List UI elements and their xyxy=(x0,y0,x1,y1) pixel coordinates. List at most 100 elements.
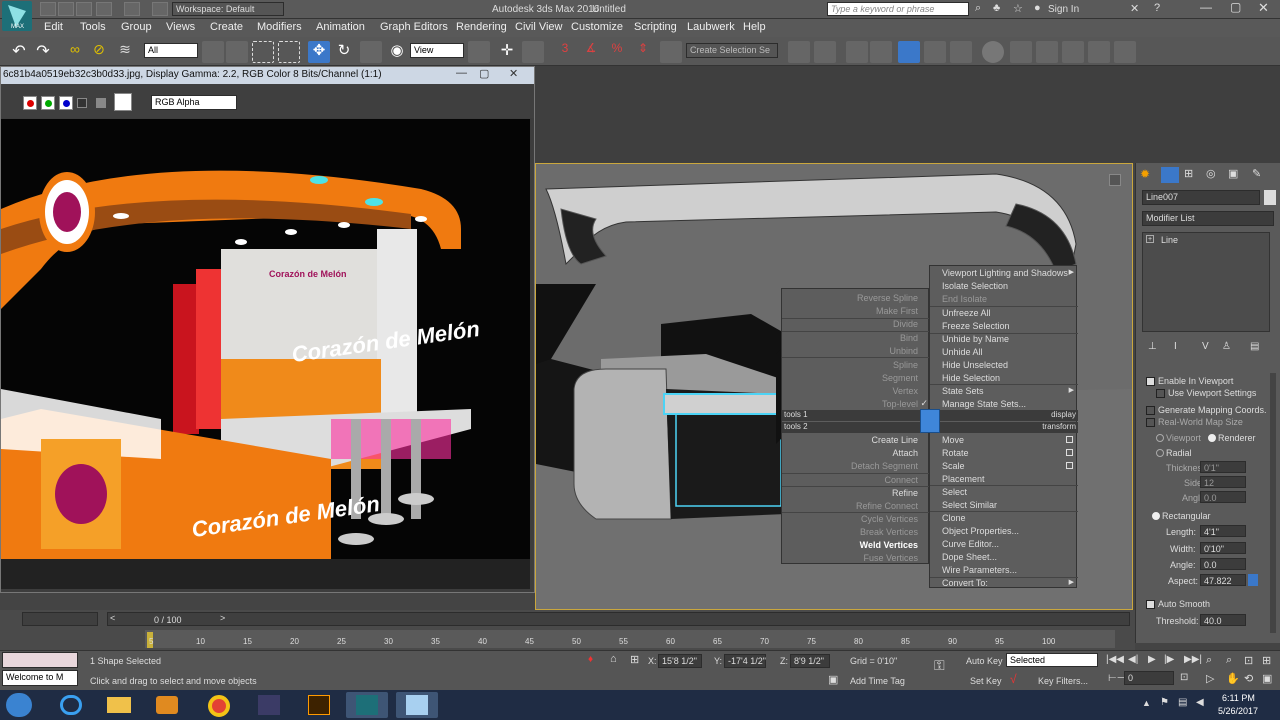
menu-civil-view[interactable]: Civil View xyxy=(515,21,562,33)
blue-channel-icon[interactable] xyxy=(59,96,73,110)
render-in-cloud-icon[interactable] xyxy=(1114,41,1136,63)
sign-in-link[interactable]: Sign In xyxy=(1048,4,1079,15)
menu-item-unhide-all[interactable]: Unhide All xyxy=(942,347,983,357)
menu-item-object-properties[interactable]: Object Properties... xyxy=(942,526,1019,536)
make-unique-icon[interactable]: V xyxy=(1202,341,1216,353)
key-icon[interactable]: ⚿ xyxy=(934,657,945,674)
start-button-icon[interactable] xyxy=(6,693,32,717)
alpha-channel-icon[interactable] xyxy=(77,98,87,108)
file-explorer-icon[interactable] xyxy=(98,692,140,718)
menu-item-scale[interactable]: Scale xyxy=(942,461,965,471)
illustrator-icon[interactable] xyxy=(298,692,340,718)
menu-item-detach-segment[interactable]: Detach Segment xyxy=(851,461,918,471)
threshold-spinner[interactable]: 40.0 xyxy=(1200,614,1246,626)
maxscript-listener-mini[interactable] xyxy=(2,652,78,668)
menu-item-unfreeze-all[interactable]: Unfreeze All xyxy=(942,308,991,318)
close-icon[interactable]: ✕ xyxy=(509,67,518,80)
menu-create[interactable]: Create xyxy=(210,21,243,33)
redo-icon[interactable] xyxy=(124,2,140,16)
named-selection-set-dropdown[interactable]: Create Selection Se xyxy=(686,43,778,58)
tray-network-icon[interactable]: ▤ xyxy=(1178,697,1187,708)
mini-curve-editor-toggle[interactable] xyxy=(22,612,98,626)
mirror-icon[interactable] xyxy=(788,41,810,63)
add-time-tag[interactable]: Add Time Tag xyxy=(850,676,905,686)
hierarchy-tab-icon[interactable]: ⊞ xyxy=(1184,167,1202,183)
menu-item-viewport-lighting[interactable]: Viewport Lighting and Shadows xyxy=(942,268,1068,278)
menu-item-bind[interactable]: Bind xyxy=(900,333,918,343)
internet-explorer-icon[interactable] xyxy=(50,692,92,718)
sides-spinner[interactable]: 12 xyxy=(1200,476,1246,488)
selection-lock-icon[interactable]: ⌂ xyxy=(610,653,617,665)
aspect-spinner[interactable]: 47.822 xyxy=(1200,574,1246,586)
channel-display-dropdown[interactable]: RGB Alpha xyxy=(151,95,237,110)
help-icon[interactable]: ? xyxy=(1154,2,1160,14)
menu-item-refine[interactable]: Refine xyxy=(892,488,918,498)
zoom-extents-icon[interactable]: ⊡ xyxy=(1244,654,1253,667)
select-move-icon[interactable]: ✥ xyxy=(308,41,330,63)
menu-rendering[interactable]: Rendering xyxy=(456,21,507,33)
redo-icon[interactable]: ↷ xyxy=(32,41,54,63)
rendered-frame-window[interactable]: 6c81b4a0519eb32c3b0d33.jpg, Display Gamm… xyxy=(0,66,535,593)
stack-item-line[interactable]: Line xyxy=(1161,235,1178,245)
angle2-spinner[interactable]: 0.0 xyxy=(1200,558,1246,570)
menu-item-clone[interactable]: Clone xyxy=(942,513,966,523)
select-scale-icon[interactable] xyxy=(360,41,382,63)
renderer-radio[interactable] xyxy=(1208,434,1216,442)
pan-view-icon[interactable]: ✋ xyxy=(1226,672,1240,685)
snaps-toggle-icon[interactable]: 3 xyxy=(554,41,576,63)
workspace-dropdown[interactable]: Workspace: Default xyxy=(172,2,284,16)
next-frame-arrow-icon[interactable]: > xyxy=(220,613,225,623)
next-frame-icon[interactable]: |▶ xyxy=(1164,654,1174,665)
open-file-icon[interactable] xyxy=(58,2,74,16)
select-rotate-icon[interactable]: ↻ xyxy=(333,41,355,63)
menu-item-create-line[interactable]: Create Line xyxy=(871,435,918,445)
rendered-frame-window-icon[interactable] xyxy=(1036,41,1058,63)
menu-group[interactable]: Group xyxy=(121,21,152,33)
red-channel-icon[interactable] xyxy=(23,96,37,110)
use-viewport-settings-checkbox[interactable] xyxy=(1156,389,1165,398)
menu-item-end-isolate[interactable]: End Isolate xyxy=(942,294,987,304)
percent-snap-icon[interactable]: % xyxy=(606,41,628,63)
window-crossing-icon[interactable] xyxy=(278,41,300,63)
clock-time[interactable]: 6:11 PM xyxy=(1222,693,1255,703)
layer-explorer-icon[interactable] xyxy=(846,41,868,63)
exchange-icon[interactable]: ✕ xyxy=(1130,2,1139,15)
motion-tab-icon[interactable]: ◎ xyxy=(1206,167,1224,183)
selection-filter-dropdown[interactable]: All xyxy=(144,43,198,58)
tray-volume-icon[interactable]: ◀ xyxy=(1196,697,1204,708)
options-box-icon[interactable] xyxy=(1066,436,1073,443)
star-icon[interactable]: ☆ xyxy=(1013,2,1023,15)
zoom-icon[interactable]: ⌕ xyxy=(1206,654,1212,667)
enable-in-viewport-checkbox[interactable] xyxy=(1146,377,1155,386)
maxscript-welcome[interactable]: Welcome to M xyxy=(2,670,78,686)
menu-item-divide[interactable]: Divide xyxy=(893,319,918,329)
zoom-extents-all-icon[interactable]: ⊞ xyxy=(1262,654,1271,667)
menu-item-top-level[interactable]: Top-level xyxy=(882,399,918,409)
menu-item-placement[interactable]: Placement xyxy=(942,474,985,484)
set-key-button[interactable]: Set Key xyxy=(970,676,1002,686)
maximize-icon[interactable]: ▢ xyxy=(479,67,489,80)
thickness-spinner[interactable]: 0'1" xyxy=(1200,461,1246,473)
menu-item-freeze-selection[interactable]: Freeze Selection xyxy=(942,321,1010,331)
menu-item-manage-state-sets[interactable]: Manage State Sets... xyxy=(942,399,1026,409)
maximize-icon[interactable]: ▢ xyxy=(1230,0,1241,14)
material-editor-icon[interactable] xyxy=(982,41,1004,63)
menu-item-hide-unselected[interactable]: Hide Unselected xyxy=(942,360,1008,370)
menu-graph-editors[interactable]: Graph Editors xyxy=(380,21,448,33)
current-frame-field[interactable]: 0 xyxy=(1124,671,1174,685)
length-spinner[interactable]: 4'1" xyxy=(1200,525,1246,537)
layer-manager-icon[interactable] xyxy=(870,41,892,63)
tray-arrow-icon[interactable]: ▲ xyxy=(1142,698,1151,708)
real-world-map-checkbox[interactable] xyxy=(1146,418,1155,427)
align-icon[interactable] xyxy=(814,41,836,63)
menu-edit[interactable]: Edit xyxy=(44,21,63,33)
x-coord-field[interactable]: 15'8 1/2" xyxy=(658,654,702,668)
isolate-toggle-icon[interactable]: ♦ xyxy=(588,654,593,665)
time-slider[interactable]: < 0 / 100 > xyxy=(107,612,1130,626)
zoom-all-icon[interactable]: ⌕ xyxy=(1226,654,1232,667)
play-icon[interactable]: ▶ xyxy=(1148,654,1156,665)
menu-item-dope-sheet[interactable]: Dope Sheet... xyxy=(942,552,997,562)
menu-item-state-sets[interactable]: State Sets xyxy=(942,386,984,396)
prev-frame-arrow-icon[interactable]: < xyxy=(110,613,115,623)
tray-flag-icon[interactable]: ⚑ xyxy=(1160,697,1169,708)
